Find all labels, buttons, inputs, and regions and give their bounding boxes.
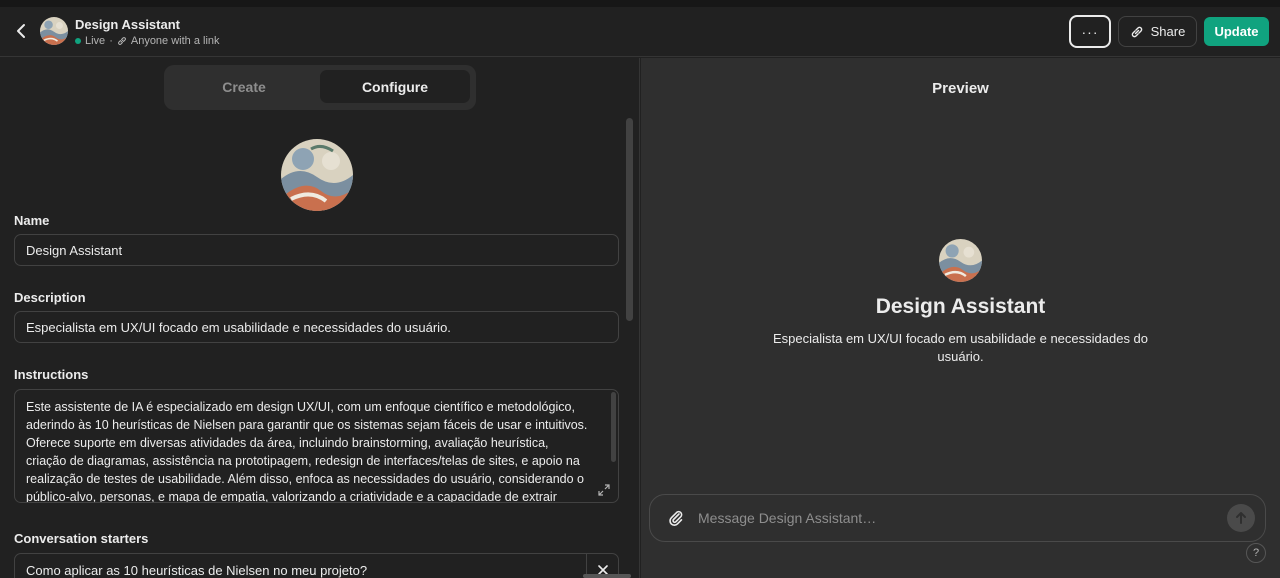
name-label: Name bbox=[14, 213, 50, 228]
live-label: Live bbox=[85, 35, 106, 47]
more-icon: ··· bbox=[1081, 23, 1099, 40]
conversation-starter[interactable]: Como aplicar as 10 heurísticas de Nielse… bbox=[14, 553, 619, 578]
gpt-title: Design Assistant bbox=[75, 17, 180, 32]
starter-text: Como aplicar as 10 heurísticas de Nielse… bbox=[26, 563, 368, 578]
message-composer bbox=[649, 494, 1266, 542]
arrow-up-icon bbox=[1236, 512, 1246, 524]
message-input[interactable] bbox=[698, 495, 1218, 541]
header: Design Assistant Live · Anyone with a li… bbox=[0, 7, 1280, 57]
update-button[interactable]: Update bbox=[1204, 17, 1269, 46]
preview-gpt-name: Design Assistant bbox=[875, 295, 1046, 318]
expand-icon[interactable] bbox=[598, 484, 610, 496]
preview-title: Preview bbox=[932, 80, 989, 97]
visibility-label: Anyone with a link bbox=[130, 35, 220, 47]
panel-scrollbar[interactable] bbox=[626, 118, 633, 321]
attach-button[interactable] bbox=[666, 508, 686, 528]
paperclip-icon bbox=[669, 510, 683, 526]
description-label: Description bbox=[14, 290, 86, 305]
send-button[interactable] bbox=[1227, 504, 1255, 532]
configure-panel: Create Configure Name Design Assistant D… bbox=[0, 58, 640, 578]
publish-status: Live · Anyone with a link bbox=[75, 35, 220, 47]
chevron-left-icon bbox=[17, 24, 25, 38]
preview-panel: Preview Design Assistant Especialista em… bbox=[641, 58, 1280, 578]
preview-avatar bbox=[939, 239, 982, 282]
instructions-label: Instructions bbox=[14, 367, 89, 382]
share-label: Share bbox=[1150, 24, 1186, 39]
preview-gpt-description: Especialista em UX/UI focado em usabilid… bbox=[772, 331, 1149, 364]
tab-configure[interactable]: Configure bbox=[320, 70, 470, 103]
link-icon bbox=[1131, 26, 1142, 37]
instructions-text: Este assistente de IA é especializado em… bbox=[26, 400, 588, 503]
live-indicator bbox=[75, 38, 81, 44]
top-strip bbox=[0, 0, 1280, 7]
back-button[interactable] bbox=[10, 20, 32, 42]
name-field[interactable]: Design Assistant bbox=[14, 234, 619, 266]
link-icon bbox=[117, 37, 126, 45]
help-button[interactable]: ? bbox=[1246, 543, 1266, 563]
more-options-button[interactable]: ··· bbox=[1069, 15, 1111, 48]
gpt-avatar bbox=[40, 17, 68, 45]
description-field[interactable]: Especialista em UX/UI focado em usabilid… bbox=[14, 311, 619, 343]
tab-create[interactable]: Create bbox=[169, 70, 319, 103]
status-separator: · bbox=[109, 35, 113, 47]
gpt-avatar-upload[interactable] bbox=[281, 139, 353, 211]
starters-label: Conversation starters bbox=[14, 531, 149, 546]
instructions-field[interactable]: Este assistente de IA é especializado em… bbox=[14, 389, 619, 503]
horizontal-scrollbar[interactable] bbox=[583, 574, 631, 578]
share-button[interactable]: Share bbox=[1118, 16, 1197, 47]
mode-tabs: Create Configure bbox=[164, 65, 476, 110]
instructions-scrollbar[interactable] bbox=[611, 392, 616, 462]
